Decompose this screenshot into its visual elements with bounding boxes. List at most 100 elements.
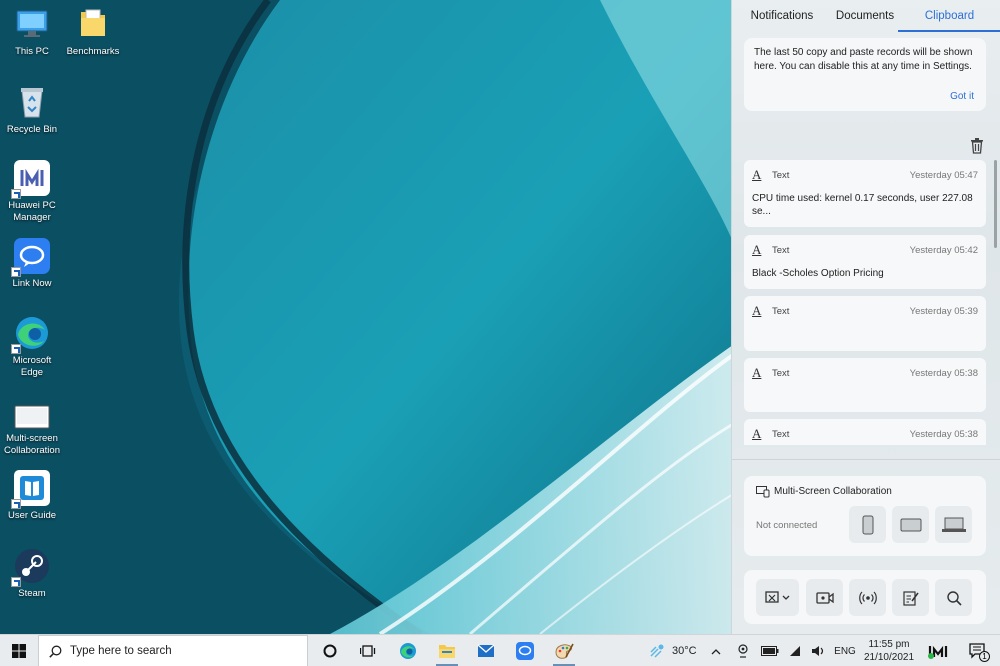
desktop-icon-recycle-bin[interactable]: Recycle Bin — [0, 83, 64, 136]
desktop-icon-huawei-pc-manager[interactable]: Huawei PC Manager — [0, 159, 64, 224]
battery-button[interactable] — [759, 635, 781, 666]
desktop-icon-microsoft-edge[interactable]: Microsoft Edge — [0, 314, 64, 379]
video-record-icon — [815, 591, 834, 604]
clipboard-item[interactable]: A Text Yesterday 05:38 — [744, 419, 986, 445]
desktop-icon-label: Steam — [18, 588, 46, 599]
battery-icon — [761, 646, 779, 656]
phone-icon — [862, 515, 873, 534]
clipboard-item[interactable]: A Text Yesterday 05:38 — [744, 358, 986, 412]
tablet-device-button[interactable] — [892, 506, 929, 543]
clock[interactable]: 11:55 pm 21/10/2021 — [858, 638, 920, 664]
text-type-icon: A — [752, 426, 762, 441]
task-view-icon — [360, 645, 376, 657]
clipboard-info-card: The last 50 copy and paste records will … — [744, 38, 986, 111]
multi-screen-title: Multi-Screen Collaboration — [774, 486, 892, 497]
paint-icon — [555, 643, 574, 659]
folder-icon — [439, 645, 455, 658]
clipboard-item-time: Yesterday 05:42 — [909, 244, 978, 256]
screenshot-button[interactable] — [756, 579, 799, 616]
cortana-button[interactable] — [311, 635, 349, 666]
taskbar-file-explorer-button[interactable] — [428, 635, 466, 666]
tab-clipboard[interactable]: Clipboard — [898, 0, 1000, 32]
clipboard-item[interactable]: A Text Yesterday 05:47 CPU time used: ke… — [744, 160, 986, 227]
trash-icon[interactable] — [970, 138, 986, 154]
text-type-icon: A — [752, 303, 762, 318]
desktop-icon-user-guide[interactable]: User Guide — [0, 469, 64, 522]
action-center-button[interactable]: 1 — [960, 635, 994, 666]
clipboard-item-type: Text — [772, 428, 790, 440]
wireless-projection-button[interactable] — [849, 579, 886, 616]
cortana-icon — [323, 644, 337, 658]
tab-documents[interactable]: Documents — [832, 0, 898, 32]
taskbar-edge-button[interactable] — [389, 635, 427, 666]
weather-widget[interactable]: 30°C — [648, 635, 697, 666]
windows-logo-icon — [12, 644, 26, 658]
task-view-button[interactable] — [349, 635, 387, 666]
shortcut-arrow-icon — [11, 267, 21, 277]
speaker-icon — [812, 646, 824, 656]
taskbar: Type here to search 30°C ENG 11:55 pm 21… — [0, 634, 1000, 666]
notification-count-badge: 1 — [979, 651, 990, 662]
steam-icon — [11, 547, 51, 587]
clipboard-item-time: Yesterday 05:38 — [909, 428, 978, 440]
taskbar-search-box[interactable]: Type here to search — [38, 635, 308, 666]
desktop-icon-steam[interactable]: Steam — [0, 547, 64, 600]
tab-notifications[interactable]: Notifications — [732, 0, 832, 32]
desktop-icon-multi-screen-collaboration[interactable]: Multi-screen Collaboration — [0, 404, 64, 457]
laptop-icon — [941, 517, 966, 532]
show-hidden-icons-button[interactable] — [706, 635, 726, 666]
taskbar-link-now-button[interactable] — [506, 635, 544, 666]
wifi-button[interactable] — [786, 635, 804, 666]
clipboard-item[interactable]: A Text Yesterday 05:42 Black -Scholes Op… — [744, 235, 986, 289]
start-button[interactable] — [0, 635, 38, 666]
clipboard-item-time: Yesterday 05:47 — [909, 169, 978, 181]
control-panel: Notifications Documents Clipboard The la… — [731, 0, 1000, 634]
shortcut-arrow-icon — [11, 577, 21, 587]
huawei-pc-manager-tray-button[interactable] — [924, 635, 952, 666]
mail-icon — [477, 644, 495, 657]
desktop-icon-label: User Guide — [7, 510, 57, 521]
volume-button[interactable] — [809, 635, 827, 666]
desktop-icon-this-pc[interactable]: This PC — [0, 5, 64, 58]
clock-time: 11:55 pm — [868, 639, 910, 650]
taskbar-mail-button[interactable] — [467, 635, 505, 666]
weather-temperature: 30°C — [672, 645, 697, 657]
desktop-icon-label: Recycle Bin — [6, 124, 58, 135]
desktop-icon-label: This PC — [15, 46, 49, 57]
desktop-icon-label: Microsoft Edge — [12, 355, 52, 378]
edit-note-icon — [902, 590, 919, 606]
tablet-icon — [900, 518, 921, 531]
clipboard-item-content: Black -Scholes Option Pricing — [752, 268, 884, 279]
desktop-icon-benchmarks[interactable]: Benchmarks — [61, 5, 125, 58]
desktop-icon-label: Link Now — [12, 278, 52, 289]
huawei-pc-manager-icon — [11, 159, 51, 199]
connection-status: Not connected — [756, 520, 818, 531]
search-tool-button[interactable] — [935, 579, 972, 616]
laptop-device-button[interactable] — [935, 506, 972, 543]
clipboard-item-time: Yesterday 05:39 — [909, 305, 978, 317]
desktop-icon-link-now[interactable]: Link Now — [0, 237, 64, 290]
clipboard-info-text: The last 50 copy and paste records will … — [754, 47, 973, 72]
desktop-icon-label: Huawei PC Manager — [8, 200, 56, 223]
clipboard-item-type: Text — [772, 367, 790, 379]
edge-icon — [400, 643, 416, 659]
link-now-icon — [11, 237, 51, 277]
screenshot-icon — [764, 590, 789, 603]
language-button[interactable]: ENG — [832, 635, 858, 666]
chevron-up-icon — [711, 648, 721, 654]
text-type-icon: A — [752, 167, 762, 182]
tray-app-icon[interactable] — [734, 635, 752, 666]
clipboard-scrollbar[interactable] — [994, 160, 997, 248]
desktop-icon-label: Multi-screen Collaboration — [4, 433, 60, 456]
clipboard-item[interactable]: A Text Yesterday 05:39 — [744, 296, 986, 351]
screen-record-button[interactable] — [806, 579, 843, 616]
desktop-icon-label: Benchmarks — [66, 46, 120, 57]
notes-button[interactable] — [892, 579, 929, 616]
panel-tabs: Notifications Documents Clipboard — [732, 0, 1000, 32]
taskbar-paint-button[interactable] — [545, 635, 583, 666]
phone-device-button[interactable] — [849, 506, 886, 543]
multi-screen-collaboration-card: Multi-Screen Collaboration Not connected — [744, 476, 986, 556]
clipboard-item-type: Text — [772, 169, 790, 181]
got-it-button[interactable]: Got it — [950, 91, 974, 102]
search-icon — [946, 590, 962, 606]
